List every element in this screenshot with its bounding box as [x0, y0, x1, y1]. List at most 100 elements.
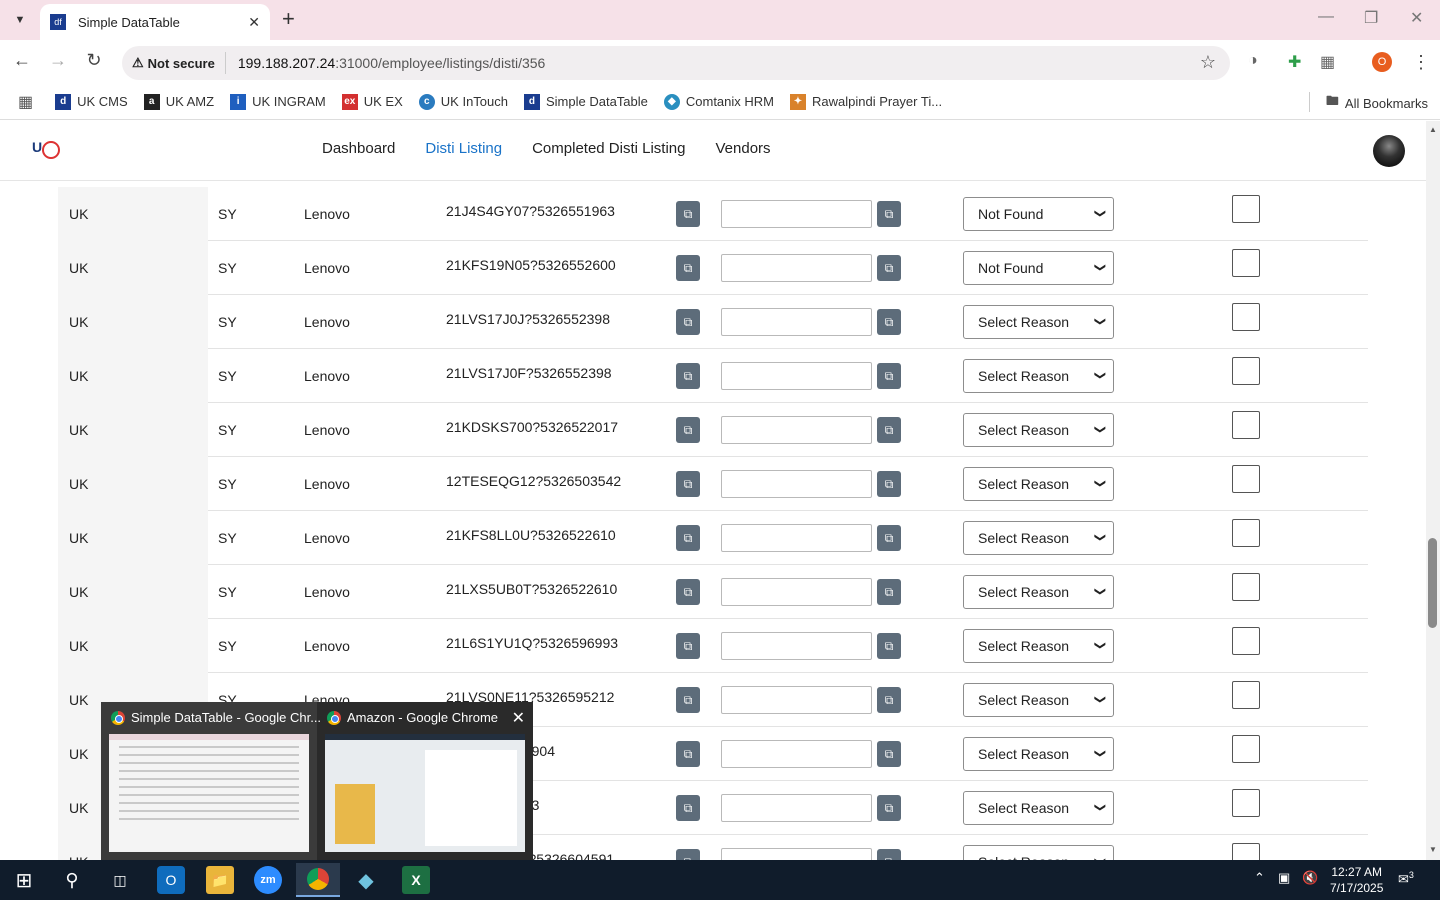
bookmark-comtanix-hrm[interactable]: ◆ Comtanix HRM [663, 93, 774, 110]
copy-sku-icon[interactable]: ⧉ [676, 795, 700, 821]
reload-icon[interactable]: ↻ [82, 50, 106, 71]
notification-center-icon[interactable]: ✉3 [1398, 870, 1414, 887]
copy-sku-icon[interactable]: ⧉ [676, 741, 700, 767]
forward-arrow-icon[interactable]: → [46, 50, 70, 71]
reason-select[interactable]: Select Reason❯ [963, 683, 1114, 717]
copy-sku-icon[interactable]: ⧉ [676, 363, 700, 389]
copy-input-icon[interactable]: ⧉ [877, 687, 901, 713]
window-close-icon[interactable]: ✕ [1410, 8, 1423, 28]
copy-sku-icon[interactable]: ⧉ [676, 201, 700, 227]
asin-input[interactable] [721, 200, 872, 228]
bookmark-uk-intouch[interactable]: c UK InTouch [418, 93, 508, 110]
asin-input[interactable] [721, 740, 872, 768]
zoom-icon[interactable]: zm [254, 866, 282, 894]
copy-input-icon[interactable]: ⧉ [877, 579, 901, 605]
asin-input[interactable] [721, 416, 872, 444]
copy-sku-icon[interactable]: ⧉ [676, 687, 700, 713]
copy-sku-icon[interactable]: ⧉ [676, 471, 700, 497]
bookmark-uk-ingram[interactable]: i UK INGRAM [230, 93, 326, 110]
outlook-icon[interactable]: O [157, 866, 185, 894]
copy-input-icon[interactable]: ⧉ [877, 525, 901, 551]
asin-input[interactable] [721, 362, 872, 390]
copy-sku-icon[interactable]: ⧉ [676, 309, 700, 335]
reason-select[interactable]: Not Found ❯ [963, 197, 1114, 231]
row-checkbox[interactable] [1232, 519, 1260, 547]
bookmark-uk-cms[interactable]: d UK CMS [55, 93, 128, 110]
copy-input-icon[interactable]: ⧉ [877, 849, 901, 860]
copy-input-icon[interactable]: ⧉ [877, 471, 901, 497]
asin-input[interactable] [721, 308, 872, 336]
asin-input[interactable] [721, 794, 872, 822]
url-text[interactable]: 199.188.207.24:31000/employee/listings/d… [238, 55, 545, 71]
copy-input-icon[interactable]: ⧉ [877, 633, 901, 659]
asin-input[interactable] [721, 254, 872, 282]
tab-close-icon[interactable]: ✕ [248, 14, 260, 31]
row-checkbox[interactable] [1232, 195, 1260, 223]
chrome-taskbar-icon[interactable] [296, 863, 340, 897]
extensions-puzzle-icon[interactable]: ▦ [1320, 52, 1335, 72]
browser-tab-active[interactable]: df Simple DataTable ✕ [40, 4, 270, 40]
row-checkbox[interactable] [1232, 681, 1260, 709]
preview-amazon[interactable]: Amazon - Google Chrome ✕ [317, 702, 533, 860]
task-view-icon[interactable]: ◫ [106, 866, 134, 894]
copy-sku-icon[interactable]: ⧉ [676, 633, 700, 659]
apps-grid-icon[interactable]: ▦ [18, 92, 33, 112]
reason-select[interactable]: Select Reason❯ [963, 791, 1114, 825]
asin-input[interactable] [721, 578, 872, 606]
row-checkbox[interactable] [1232, 411, 1260, 439]
copy-input-icon[interactable]: ⧉ [877, 201, 901, 227]
asin-input[interactable] [721, 686, 872, 714]
excel-icon[interactable]: X [402, 866, 430, 894]
reason-select[interactable]: Not Found ❯ [963, 251, 1114, 285]
scroll-thumb[interactable] [1428, 538, 1437, 628]
globe-extension-icon[interactable]: ◑ [1248, 52, 1258, 70]
nav-disti-listing[interactable]: Disti Listing [425, 140, 502, 157]
asin-input[interactable] [721, 470, 872, 498]
page-scrollbar[interactable]: ▲ ▼ [1426, 121, 1440, 860]
nav-vendors[interactable]: Vendors [716, 140, 771, 157]
scroll-down-arrow-icon[interactable]: ▼ [1429, 845, 1437, 854]
copy-sku-icon[interactable]: ⧉ [676, 255, 700, 281]
row-checkbox[interactable] [1232, 357, 1260, 385]
nav-completed-disti-listing[interactable]: Completed Disti Listing [532, 140, 685, 157]
row-checkbox[interactable] [1232, 249, 1260, 277]
asin-input[interactable] [721, 848, 872, 860]
all-bookmarks-button[interactable]: 🖿 All Bookmarks [1326, 92, 1428, 114]
copy-input-icon[interactable]: ⧉ [877, 255, 901, 281]
row-checkbox[interactable] [1232, 843, 1260, 860]
preview-close-icon[interactable]: ✕ [512, 708, 525, 728]
bookmark-rawalpindi-prayer[interactable]: ✦ Rawalpindi Prayer Ti... [790, 93, 942, 110]
scroll-up-arrow-icon[interactable]: ▲ [1429, 125, 1437, 134]
security-indicator[interactable]: ⚠ Not secure [132, 52, 226, 74]
reason-select[interactable]: Select Reason❯ [963, 467, 1114, 501]
reason-select[interactable]: Select Reason❯ [963, 521, 1114, 555]
bookmark-uk-ex[interactable]: ex UK EX [341, 93, 403, 110]
browser-menu-icon[interactable]: ⋮ [1412, 52, 1430, 73]
copy-input-icon[interactable]: ⧉ [877, 741, 901, 767]
restore-icon[interactable]: ❐ [1364, 8, 1378, 28]
reason-select[interactable]: Select Reason❯ [963, 305, 1114, 339]
row-checkbox[interactable] [1232, 627, 1260, 655]
back-arrow-icon[interactable]: ← [10, 50, 34, 71]
bookmark-simple-datatable[interactable]: d Simple DataTable [523, 93, 648, 110]
profile-avatar[interactable]: O [1372, 52, 1392, 72]
windows-start-icon[interactable]: ⊞ [10, 866, 38, 894]
tab-search-chevron-icon[interactable]: ▼ [8, 8, 32, 32]
copy-input-icon[interactable]: ⧉ [877, 363, 901, 389]
row-checkbox[interactable] [1232, 573, 1260, 601]
file-explorer-icon[interactable]: 📁 [206, 866, 234, 894]
copy-sku-icon[interactable]: ⧉ [676, 417, 700, 443]
reason-select[interactable]: Select Reason❯ [963, 845, 1114, 860]
minimize-icon[interactable]: — [1318, 8, 1334, 26]
row-checkbox[interactable] [1232, 735, 1260, 763]
reason-select[interactable]: Select Reason❯ [963, 359, 1114, 393]
asin-input[interactable] [721, 632, 872, 660]
volume-muted-icon[interactable]: 🔇 [1302, 870, 1318, 886]
asin-input[interactable] [721, 524, 872, 552]
nav-dashboard[interactable]: Dashboard [322, 140, 395, 157]
tray-chevron-icon[interactable]: ⌃ [1254, 870, 1265, 886]
user-avatar[interactable] [1373, 135, 1405, 167]
row-checkbox[interactable] [1232, 303, 1260, 331]
copy-input-icon[interactable]: ⧉ [877, 309, 901, 335]
bookmark-uk-amz[interactable]: a UK AMZ [143, 93, 214, 110]
